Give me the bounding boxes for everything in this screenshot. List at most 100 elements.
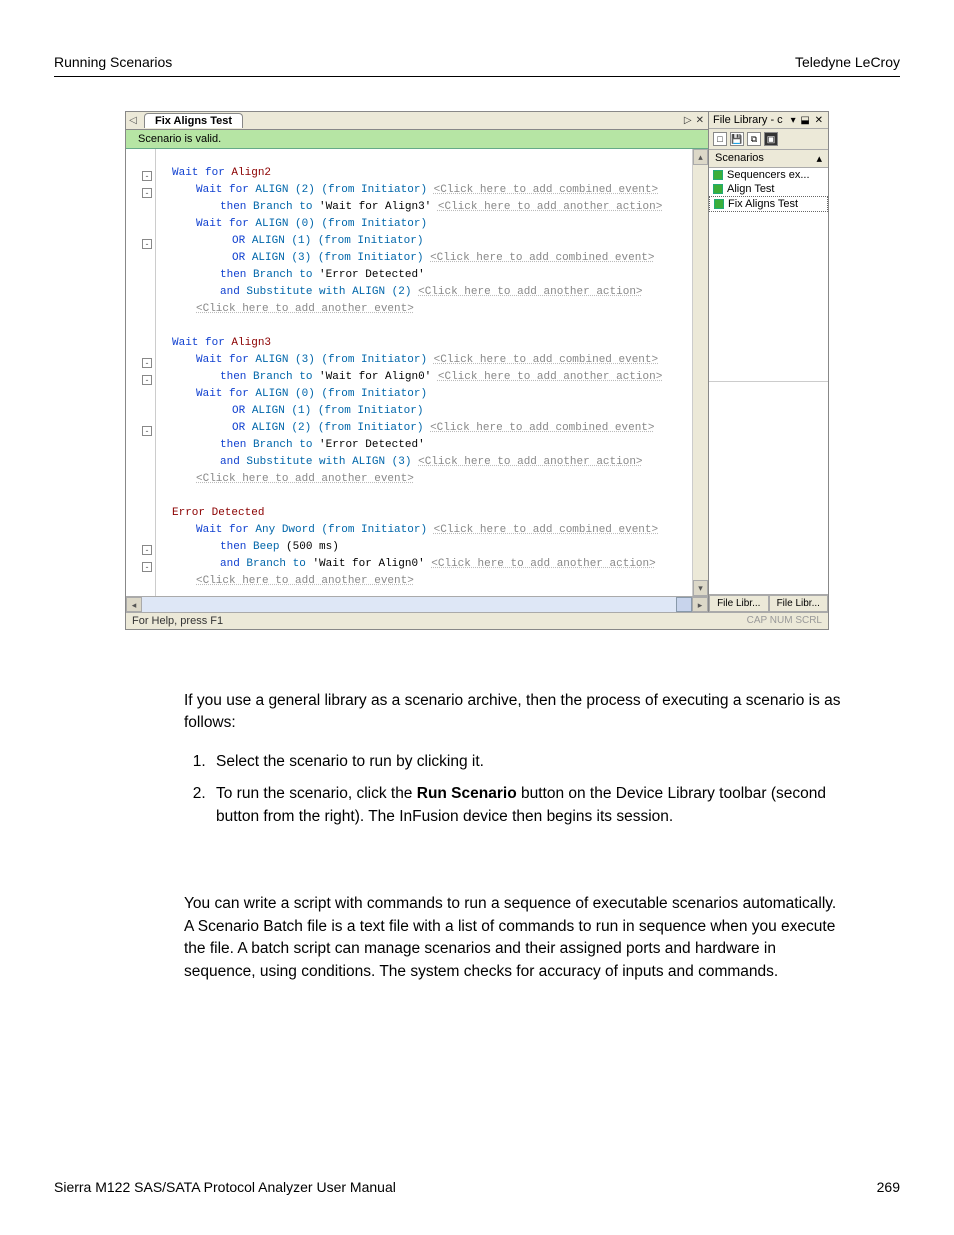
panel-title: File Library - c <box>713 114 783 126</box>
validation-bar: Scenario is valid. <box>126 130 708 149</box>
val: ALIGN (1) (from Initiator) <box>252 405 424 417</box>
scroll-right-icon[interactable]: ▸ <box>692 597 708 612</box>
tab-play-icon[interactable]: ▷ <box>684 115 692 126</box>
tab-close-icon[interactable]: ✕ <box>696 115 704 126</box>
panel-controls[interactable]: ▾ ⬓ ✕ <box>791 115 824 126</box>
val: ALIGN (2) (from Initiator) <box>252 422 424 434</box>
kw: and <box>220 456 240 468</box>
kw: then <box>220 269 246 281</box>
kw: Branch to <box>253 269 312 281</box>
scenario-icon <box>713 170 723 180</box>
kw: and <box>220 286 240 298</box>
save-icon[interactable]: 💾 <box>730 132 744 146</box>
fold-icon[interactable]: - <box>142 239 152 249</box>
hint[interactable]: <Click here to add combined event> <box>434 184 658 196</box>
scroll-down-icon[interactable]: ▾ <box>693 580 708 596</box>
hint[interactable]: <Click here to add combined event> <box>430 422 654 434</box>
kw: Wait for <box>196 184 249 196</box>
header-right: Teledyne LeCroy <box>795 54 900 70</box>
val: ALIGN (2) <box>352 286 411 298</box>
scroll-up-icon[interactable]: ▴ <box>693 149 708 165</box>
kw: Wait for <box>172 337 225 349</box>
val: ALIGN (2) (from Initiator) <box>255 184 427 196</box>
scenario-icon <box>713 184 723 194</box>
kw: Wait for <box>196 388 249 400</box>
hint[interactable]: <Click here to add combined event> <box>430 252 654 264</box>
status-indicators: CAP NUM SCRL <box>747 615 822 627</box>
hint[interactable]: <Click here to add another action> <box>418 456 642 468</box>
tab-prev-icon[interactable]: ◁ <box>126 115 140 126</box>
fold-icon[interactable]: - <box>142 358 152 368</box>
section: Align2 <box>231 167 271 179</box>
fold-gutter: - - - - - - - - <box>126 149 156 596</box>
fold-icon[interactable]: - <box>142 545 152 555</box>
kw: OR <box>232 405 245 417</box>
hint[interactable]: <Click here to add another event> <box>196 575 414 587</box>
hint[interactable]: <Click here to add another action> <box>438 371 662 383</box>
kw: then <box>220 541 246 553</box>
paragraph: You can write a script with commands to … <box>184 893 846 983</box>
editor-tabbar: ◁ Fix Aligns Test ▷ ✕ <box>126 112 708 130</box>
scroll-thumb[interactable] <box>676 597 692 612</box>
kw: then <box>220 439 246 451</box>
val: 'Error Detected' <box>319 269 425 281</box>
item-label: Fix Aligns Test <box>728 198 798 210</box>
val: 'Error Detected' <box>319 439 425 451</box>
fold-icon[interactable]: - <box>142 562 152 572</box>
scenario-list: Sequencers ex... Align Test Fix Aligns T… <box>709 168 828 381</box>
tab-fix-aligns[interactable]: Fix Aligns Test <box>144 113 243 128</box>
page-header: Running Scenarios Teledyne LeCroy <box>54 54 900 77</box>
horizontal-scrollbar[interactable]: ◂ ▸ <box>126 596 708 612</box>
fold-icon[interactable]: - <box>142 375 152 385</box>
fold-icon[interactable]: - <box>142 171 152 181</box>
val: Any Dword (from Initiator) <box>255 524 427 536</box>
fold-icon[interactable]: - <box>142 426 152 436</box>
code-editor[interactable]: Wait for Align2 Wait for ALIGN (2) (from… <box>156 149 692 596</box>
collapse-icon[interactable]: ▴ <box>816 152 822 165</box>
footer-page: 269 <box>877 1179 900 1195</box>
val: ALIGN (3) (from Initiator) <box>252 252 424 264</box>
scroll-left-icon[interactable]: ◂ <box>126 597 142 612</box>
hint[interactable]: <Click here to add another action> <box>438 201 662 213</box>
kw: Wait for <box>196 524 249 536</box>
item-label: Align Test <box>727 183 775 195</box>
val: ALIGN (0) (from Initiator) <box>255 388 427 400</box>
kw: then <box>220 371 246 383</box>
new-file-icon[interactable]: □ <box>713 132 727 146</box>
val: (500 ms) <box>286 541 339 553</box>
val: 'Wait for Align3' <box>319 201 431 213</box>
hint[interactable]: <Click here to add another action> <box>431 558 655 570</box>
status-help: For Help, press F1 <box>132 615 223 627</box>
kw: Wait for <box>196 218 249 230</box>
kw: OR <box>232 252 245 264</box>
hint[interactable]: <Click here to add another action> <box>418 286 642 298</box>
page-footer: Sierra M122 SAS/SATA Protocol Analyzer U… <box>54 1179 900 1195</box>
list-item[interactable]: Align Test <box>709 182 828 196</box>
hint[interactable]: <Click here to add another event> <box>196 473 414 485</box>
kw: and <box>220 558 240 570</box>
kw: Branch to <box>246 558 305 570</box>
list-header: Scenarios <box>715 152 764 165</box>
bottom-tab[interactable]: File Libr... <box>709 595 769 612</box>
kw: OR <box>232 235 245 247</box>
fold-icon[interactable]: - <box>142 188 152 198</box>
hint[interactable]: <Click here to add another event> <box>196 303 414 315</box>
vertical-scrollbar[interactable]: ▴ ▾ <box>692 149 708 596</box>
bottom-tab[interactable]: File Libr... <box>769 595 829 612</box>
kw: Branch to <box>253 201 312 213</box>
kw: Wait for <box>196 354 249 366</box>
scenario-icon <box>714 199 724 209</box>
header-left: Running Scenarios <box>54 54 172 70</box>
run-icon[interactable]: ▣ <box>764 132 778 146</box>
list-item[interactable]: Sequencers ex... <box>709 168 828 182</box>
file-library-panel: File Library - c ▾ ⬓ ✕ □ 💾 ⧉ ▣ Scenarios… <box>708 112 828 612</box>
kw: then <box>220 201 246 213</box>
copy-icon[interactable]: ⧉ <box>747 132 761 146</box>
kw: Substitute with <box>246 286 345 298</box>
item-label: Sequencers ex... <box>727 169 810 181</box>
section: Error Detected <box>172 507 264 519</box>
hint[interactable]: <Click here to add combined event> <box>434 524 658 536</box>
list-item-selected[interactable]: Fix Aligns Test <box>709 196 828 212</box>
hint[interactable]: <Click here to add combined event> <box>434 354 658 366</box>
kw: Substitute with <box>246 456 345 468</box>
